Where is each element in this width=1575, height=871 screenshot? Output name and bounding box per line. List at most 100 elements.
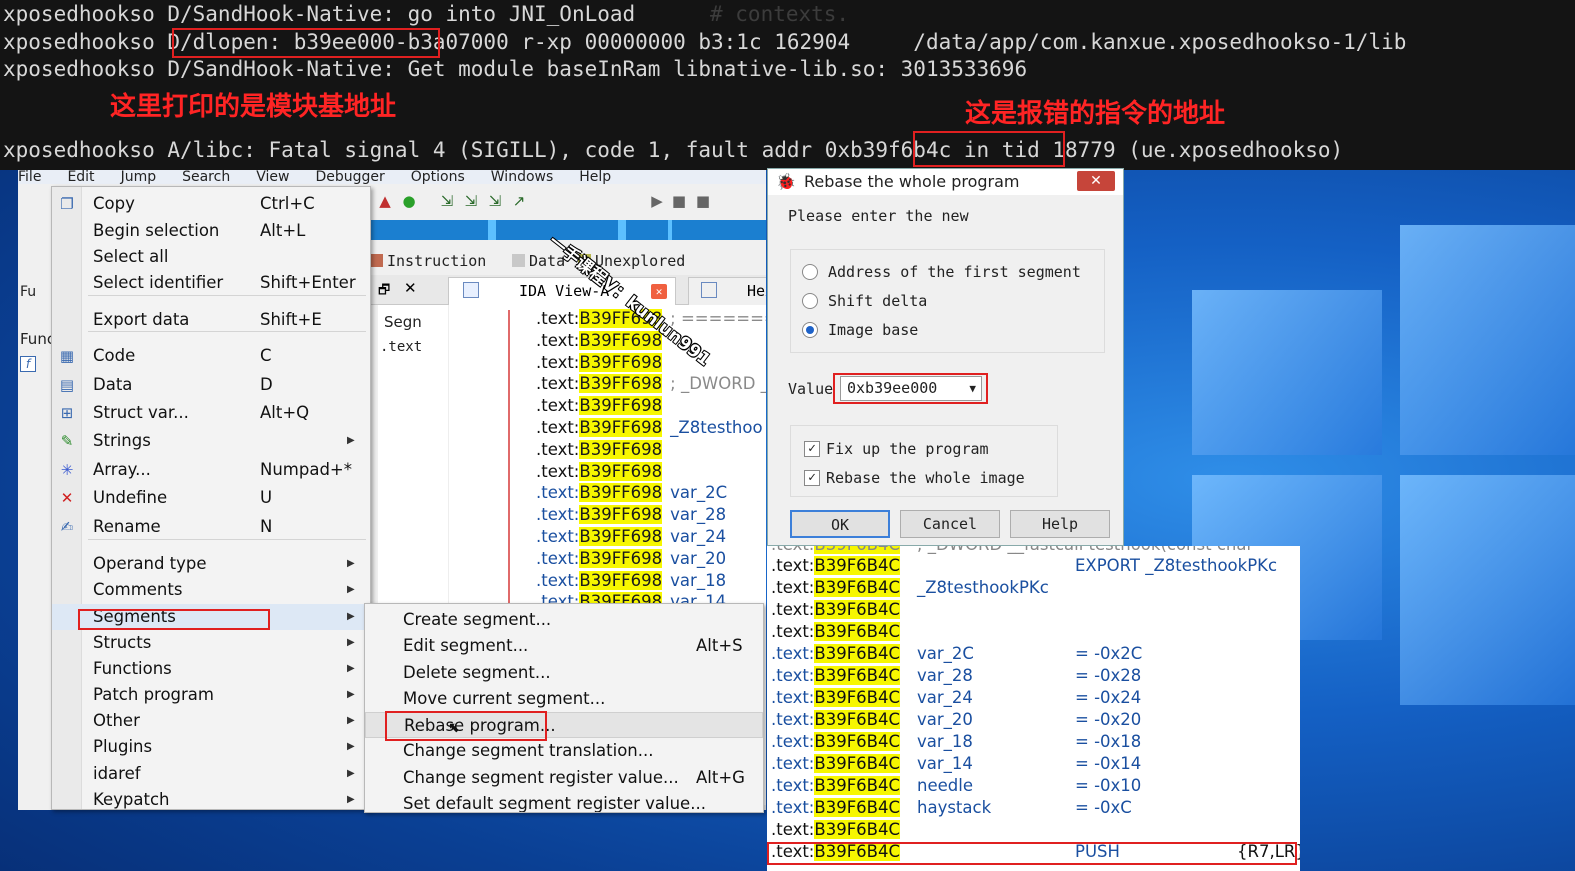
radio-image-base[interactable] [802,322,818,338]
radio-shift-delta[interactable] [802,293,818,309]
checkbox-fix-up[interactable]: ✓ [804,441,820,457]
toolbar-pause-icon[interactable]: ■ [670,192,688,210]
close-tab-icon[interactable]: ✕ [651,284,667,299]
toolbar-graph2-icon[interactable]: ⇲ [462,192,480,210]
ida-row[interactable]: .text:B39F6B4C [771,621,901,643]
menu-item-plugins[interactable]: Plugins ▶ [52,734,370,760]
rename-icon: ✍ [60,518,74,536]
submenu-item-label: Set default segment register value... [403,794,706,813]
menu-item-copy[interactable]: ❐ Copy Ctrl+C [52,191,370,217]
menu-item-shortcut: U [260,488,273,507]
disasm-row[interactable]: .text:B39FF698 ; _DWORD _ [536,373,766,395]
menu-item-export-data[interactable]: Export data Shift+E [52,307,370,333]
disasm-row[interactable]: .text:B39FF698 var_28 [536,504,726,526]
ida-row[interactable]: .text:B39F6B4C haystack = -0xC [771,797,1132,819]
menu-options[interactable]: Options [411,170,465,184]
ida-row[interactable]: .text:B39F6B4C var_28 = -0x28 [771,665,1141,687]
menu-item-code[interactable]: ▦ Code C [52,343,370,369]
ida-row[interactable]: .text:B39F6B4C needle = -0x10 [771,775,1141,797]
menu-item-select-identifier[interactable]: Select identifier Shift+Enter [52,270,370,296]
restore-icon[interactable]: 🗗 [378,281,390,303]
disasm-row[interactable]: .text:B39FF698 var_2C [536,482,727,504]
ida-row[interactable]: .text:B39F6B4C var_20 = -0x20 [771,709,1141,731]
submenu-item-create-segment[interactable]: Create segment... [365,607,763,633]
menu-help[interactable]: Help [579,170,611,184]
symbol-value: = -0x2C [1075,644,1143,663]
menu-item-other[interactable]: Other ▶ [52,708,370,734]
menu-item-keypatch[interactable]: Keypatch ▶ [52,787,370,813]
toolbar-arrow-icon[interactable]: ↗ [510,192,528,210]
dialog-close-icon[interactable]: ✕ [1077,171,1115,191]
ida-row[interactable]: .text:B39F6B4C EXPORT _Z8testhookPKc [771,555,1277,577]
menu-item-comments[interactable]: Comments ▶ [52,577,370,603]
menu-item-label: Operand type [93,554,207,573]
menu-item-undefine[interactable]: ✕ Undefine U [52,485,370,511]
disasm-row[interactable]: .text:B39FF698 var_18 [536,570,726,592]
symbol-value: = -0x24 [1075,688,1142,707]
menu-item-struct-var[interactable]: ⊞ Struct var... Alt+Q [52,400,370,426]
submenu-item-move-current-segment[interactable]: Move current segment... [365,686,763,712]
disasm-row[interactable]: .text:B39FF698 var_20 [536,548,726,570]
context-menu: ❐ Copy Ctrl+C Begin selection Alt+L Select al… [51,186,371,810]
tab-hex-view[interactable]: Hex [688,277,766,305]
segment-row[interactable]: .text [380,339,422,355]
disasm-row[interactable]: .text:B39FF698 [536,461,663,483]
disasm-row[interactable]: .text:B39FF698 [536,395,663,417]
menu-file[interactable]: File [18,170,41,184]
menu-item-rename[interactable]: ✍ Rename N [52,514,370,540]
menu-item-functions[interactable]: Functions ▶ [52,656,370,682]
ida-row[interactable]: .text:B39F6B4C var_2C = -0x2C [771,643,1142,665]
menu-item-select-all[interactable]: Select all [52,244,370,270]
address: B39FF698 [579,330,663,350]
submenu-item-delete-segment[interactable]: Delete segment... [365,660,763,686]
ida-row[interactable]: .text:B39F6B4C _Z8testhookPKc [771,577,1049,599]
disasm-row[interactable]: .text:B39FF698 [536,352,663,374]
menu-item-label: Comments [93,580,183,599]
toolbar-graph3-icon[interactable]: ⇲ [486,192,504,210]
address: B39F6B4C [814,776,901,795]
cancel-button[interactable]: Cancel [900,510,1000,538]
symbol-name: var_2C [917,644,974,663]
menu-item-strings[interactable]: ✎ Strings ▶ [52,428,370,454]
menu-item-patch-program[interactable]: Patch program ▶ [52,682,370,708]
checkbox-rebase-image[interactable]: ✓ [804,470,820,486]
ida-row[interactable]: .text:B39F6B4C var_18 = -0x18 [771,731,1141,753]
toolbar-graph-icon[interactable]: ⇲ [438,192,456,210]
menu-item-idaref[interactable]: idaref ▶ [52,761,370,787]
toolbar-play-icon[interactable]: ▶ [648,192,666,210]
menu-item-data[interactable]: ▤ Data D [52,372,370,398]
toolbar-run-icon[interactable]: ● [400,192,418,210]
ok-button[interactable]: OK [790,510,890,538]
help-button[interactable]: Help [1010,510,1110,538]
submenu-item-set-default-segment-register-value[interactable]: Set default segment register value... [365,791,763,813]
menu-item-structs[interactable]: Structs ▶ [52,630,370,656]
toolbar-triangle-icon[interactable]: ▲ [376,192,394,210]
ida-row[interactable]: .text:B39F6B4C [771,819,901,841]
toolbar-stop-icon[interactable]: ■ [694,192,712,210]
close-pane-icon[interactable]: ✕ [404,279,417,297]
submenu-item-edit-segment[interactable]: Edit segment... Alt+S [365,633,763,659]
ida-view-zoomed[interactable]: .text:B39F6B4C; _DWORD __fastcall testho… [767,546,1300,871]
submenu-item-change-segment-translation[interactable]: Change segment translation... [365,738,763,764]
radio-first-segment[interactable] [802,264,818,280]
menu-jump[interactable]: Jump [121,170,157,184]
ida-row[interactable]: .text:B39F6B4C var_24 = -0x24 [771,687,1141,709]
menu-view[interactable]: View [256,170,289,184]
menu-item-array[interactable]: ✳ Array... Numpad+* [52,457,370,483]
menu-debugger[interactable]: Debugger [315,170,384,184]
ida-row[interactable]: .text:B39F6B4C var_14 = -0x14 [771,753,1141,775]
log-ghost-text: # contexts. [710,2,850,26]
address: B39FF698 [579,374,663,394]
menu-item-operand-type[interactable]: Operand type ▶ [52,551,370,577]
disasm-row[interactable]: .text:B39FF698 [536,439,663,461]
disasm-row[interactable]: .text:B39FF698 [536,330,663,352]
menu-windows[interactable]: Windows [491,170,554,184]
ida-row[interactable]: .text:B39F6B4C [771,599,901,621]
disasm-row[interactable]: .text:B39FF698 _Z8testhoo [536,417,763,439]
submenu-item-change-segment-register-value[interactable]: Change segment register value... Alt+G [365,765,763,791]
menu-item-begin-selection[interactable]: Begin selection Alt+L [52,218,370,244]
disasm-row[interactable]: .text:B39FF698 var_24 [536,526,726,548]
menu-edit[interactable]: Edit [67,170,94,184]
menu-search[interactable]: Search [182,170,230,184]
functions-tab[interactable]: Fu [20,284,36,300]
